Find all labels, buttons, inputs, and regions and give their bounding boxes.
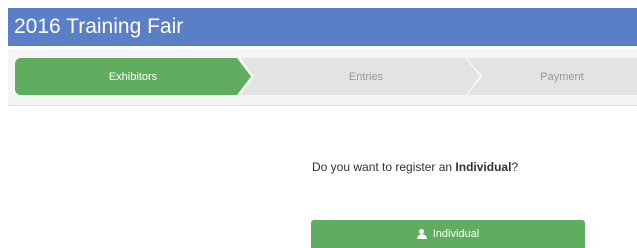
step-exhibitors-label: Exhibitors xyxy=(108,70,158,83)
step-payment[interactable]: Payment xyxy=(467,58,637,95)
question-suffix: ? xyxy=(511,160,519,174)
header-bar: 2016 Training Fair xyxy=(8,8,637,46)
individual-button-label: Individual xyxy=(432,228,480,240)
step-entries-label: Entries xyxy=(348,70,384,83)
step-payment-label: Payment xyxy=(540,70,584,83)
register-question: Do you want to register an Individual? xyxy=(312,160,518,174)
question-prefix: Do you want to register an xyxy=(312,160,456,174)
step-entries[interactable]: Entries xyxy=(240,58,480,95)
step-exhibitors[interactable]: Exhibitors xyxy=(15,58,251,95)
wizard-steps: Payment Entries Exhibitors xyxy=(15,58,637,95)
individual-button[interactable]: Individual xyxy=(311,220,585,248)
page-title: 2016 Training Fair xyxy=(14,15,184,38)
question-emphasis: Individual xyxy=(455,160,512,174)
stepper-panel: Payment Entries Exhibitors xyxy=(8,50,637,106)
user-icon xyxy=(416,229,427,239)
page: 2016 Training Fair Payment Entries Exhib… xyxy=(0,0,637,248)
